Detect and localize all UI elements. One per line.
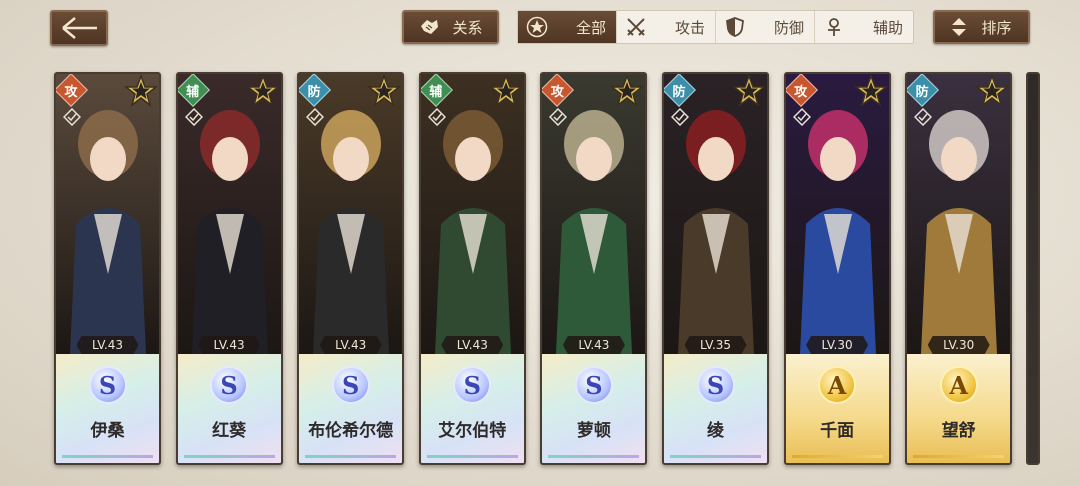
role-label: 攻	[64, 84, 78, 100]
level-tag: LV.43	[76, 336, 139, 354]
star-icon	[245, 74, 280, 107]
character-name: 千面	[820, 421, 855, 441]
rarity-badge: A	[939, 366, 978, 404]
role-label: 攻	[550, 84, 564, 100]
character-name: 萝顿	[576, 421, 611, 441]
star-icon	[488, 74, 523, 107]
tab-attack[interactable]: 攻击	[617, 11, 716, 43]
check-diamond-icon	[427, 108, 446, 126]
tab-support[interactable]: 辅助	[815, 11, 913, 43]
character-name: 艾尔伯特	[438, 421, 507, 441]
rarity-badge: S	[88, 366, 127, 404]
card-bottom-bar	[183, 455, 275, 458]
arrow-left-icon	[62, 17, 97, 39]
character-name: 望舒	[941, 421, 976, 441]
character-card[interactable]: 辅 LV.43 S 红葵	[175, 72, 283, 465]
sort-arrows-icon	[952, 18, 967, 36]
rarity-badge: S	[453, 366, 492, 404]
rarity-badge: S	[331, 366, 370, 404]
tab-defense-label: 防御	[773, 18, 804, 37]
level-tag: LV.30	[806, 336, 869, 354]
check-diamond-icon	[63, 108, 81, 126]
handshake-icon	[421, 20, 439, 34]
card-info-panel: A 千面	[785, 354, 889, 463]
role-label: 辅	[429, 84, 443, 100]
check-diamond-icon	[306, 108, 325, 126]
rarity-badge: S	[574, 366, 613, 404]
star-icon	[732, 74, 766, 107]
role-label: 防	[915, 84, 929, 100]
tab-all-label: 全部	[575, 18, 606, 37]
check-diamond-icon	[549, 108, 568, 126]
rarity-badge: A	[818, 366, 857, 404]
back-button[interactable]	[50, 10, 108, 46]
tab-support-label: 辅助	[872, 18, 903, 37]
card-bottom-bar	[548, 455, 640, 458]
level-tag: LV.43	[441, 336, 504, 354]
character-card[interactable]: 防 LV.43 S 布伦希尔德	[297, 72, 405, 465]
check-diamond-icon	[184, 108, 203, 126]
character-card[interactable]: 防 LV.30 A 望舒	[905, 72, 1013, 465]
character-card-partial[interactable]	[1026, 72, 1040, 465]
level-tag: LV.30	[927, 336, 990, 354]
role-label: 防	[307, 84, 321, 100]
check-diamond-icon	[671, 108, 689, 126]
relation-button[interactable]: 关系	[402, 10, 499, 44]
star-icon	[610, 74, 645, 107]
character-name: 红葵	[212, 421, 247, 441]
character-name: 伊桑	[90, 421, 125, 441]
role-filter-tabs: 全部 攻击 防御 辅助	[517, 10, 914, 44]
card-info-panel: A 望舒	[907, 354, 1011, 463]
tab-attack-label: 攻击	[674, 18, 705, 37]
top-bar: 关系 全部 攻击 防御 辅助 排序	[0, 0, 1080, 60]
role-label: 防	[672, 84, 686, 100]
crossed-swords-icon	[625, 16, 647, 38]
character-name: 绫	[707, 421, 724, 441]
check-diamond-icon	[914, 108, 933, 126]
character-card[interactable]: 防 LV.35 S 绫	[662, 72, 769, 465]
support-icon	[823, 16, 845, 38]
card-info-panel: S 布伦希尔德	[299, 354, 403, 463]
role-label: 攻	[794, 84, 808, 100]
relation-label: 关系	[452, 18, 483, 37]
character-card[interactable]: 辅 LV.43 S 艾尔伯特	[418, 72, 526, 465]
star-icon	[124, 74, 158, 107]
star-icon	[975, 74, 1010, 107]
character-card[interactable]: 攻 LV.43 S 萝顿	[540, 72, 648, 465]
level-tag: LV.43	[562, 336, 625, 354]
card-info-panel: S 萝顿	[542, 354, 646, 463]
tab-all[interactable]: 全部	[518, 11, 617, 43]
sort-button[interactable]: 排序	[933, 10, 1030, 44]
character-name: 布伦希尔德	[308, 421, 394, 441]
check-diamond-icon	[792, 108, 811, 126]
level-tag: LV.43	[198, 336, 261, 354]
card-info-panel: S 伊桑	[56, 354, 159, 463]
rarity-badge: S	[696, 366, 735, 404]
card-bottom-bar	[305, 455, 397, 458]
card-info-panel: S 艾尔伯特	[420, 354, 524, 463]
card-info-panel: S 绫	[664, 354, 767, 463]
card-bottom-bar	[426, 455, 518, 458]
character-card-list: 攻 LV.43 S 伊桑 辅 LV.43 S 红葵 防 LV.43 S 布伦希尔…	[54, 72, 1080, 466]
card-bottom-bar	[670, 455, 761, 458]
card-info-panel: S 红葵	[177, 354, 281, 463]
star-icon	[367, 74, 402, 107]
sort-label: 排序	[981, 18, 1012, 37]
tab-defense[interactable]: 防御	[716, 11, 815, 43]
rarity-badge: S	[210, 366, 249, 404]
shield-icon	[724, 16, 746, 38]
star-icon	[853, 74, 888, 107]
character-card[interactable]: 攻 LV.30 A 千面	[783, 72, 891, 465]
card-bottom-bar	[62, 455, 153, 458]
star-badge-icon	[526, 16, 548, 38]
role-label: 辅	[186, 84, 200, 100]
level-tag: LV.43	[319, 336, 382, 354]
card-bottom-bar	[913, 455, 1005, 458]
character-card[interactable]: 攻 LV.43 S 伊桑	[54, 72, 161, 465]
level-tag: LV.35	[684, 336, 747, 354]
card-bottom-bar	[791, 455, 883, 458]
